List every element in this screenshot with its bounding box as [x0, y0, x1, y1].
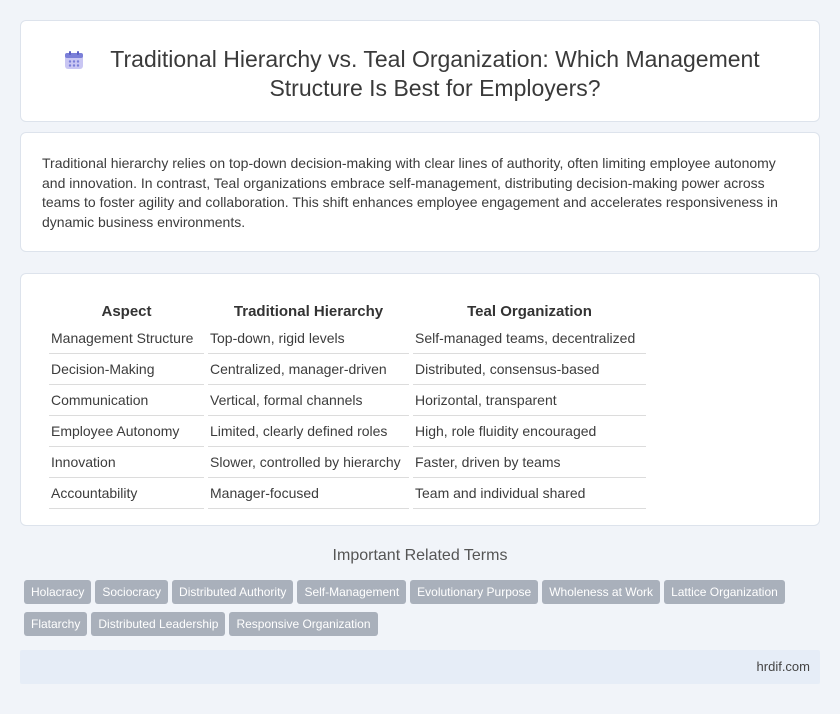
- table-row: Communication Vertical, formal channels …: [49, 385, 646, 416]
- cell-aspect: Innovation: [49, 447, 204, 478]
- cell-teal: Horizontal, transparent: [413, 385, 646, 416]
- table-header-row: Aspect Traditional Hierarchy Teal Organi…: [49, 295, 646, 323]
- intro-card: Traditional hierarchy relies on top-down…: [20, 132, 820, 252]
- comparison-card: Aspect Traditional Hierarchy Teal Organi…: [20, 273, 820, 526]
- cell-teal: Distributed, consensus-based: [413, 354, 646, 385]
- cell-aspect: Management Structure: [49, 323, 204, 354]
- tag-distributed-authority[interactable]: Distributed Authority: [172, 580, 294, 604]
- tag-flatarchy[interactable]: Flatarchy: [24, 612, 88, 636]
- page-title: Traditional Hierarchy vs. Teal Organizat…: [110, 46, 760, 101]
- cell-teal: Team and individual shared: [413, 478, 646, 509]
- title-card: Traditional Hierarchy vs. Teal Organizat…: [20, 20, 820, 122]
- tag-lattice-organization[interactable]: Lattice Organization: [664, 580, 785, 604]
- footer-site-link[interactable]: hrdif.com: [757, 659, 810, 674]
- comparison-table: Aspect Traditional Hierarchy Teal Organi…: [45, 295, 650, 509]
- table-row: Management Structure Top-down, rigid lev…: [49, 323, 646, 354]
- cell-aspect: Accountability: [49, 478, 204, 509]
- header-teal: Teal Organization: [467, 302, 592, 320]
- cell-teal: Faster, driven by teams: [413, 447, 646, 478]
- table-row: Accountability Manager-focused Team and …: [49, 478, 646, 509]
- cell-aspect: Employee Autonomy: [49, 416, 204, 447]
- title-wrap: Traditional Hierarchy vs. Teal Organizat…: [21, 45, 819, 103]
- cell-traditional: Limited, clearly defined roles: [208, 416, 409, 447]
- intro-text: Traditional hierarchy relies on top-down…: [42, 155, 778, 230]
- tag-sociocracy[interactable]: Sociocracy: [95, 580, 169, 604]
- header-aspect: Aspect: [101, 302, 152, 320]
- cell-aspect: Decision-Making: [49, 354, 204, 385]
- cell-teal: High, role fluidity encouraged: [413, 416, 646, 447]
- table-row: Innovation Slower, controlled by hierarc…: [49, 447, 646, 478]
- table-row: Employee Autonomy Limited, clearly defin…: [49, 416, 646, 447]
- table-row: Decision-Making Centralized, manager-dri…: [49, 354, 646, 385]
- related-terms-title: Important Related Terms: [332, 547, 508, 564]
- related-terms-tags: Holacracy Sociocracy Distributed Authority…: [24, 580, 824, 644]
- cell-traditional: Manager-focused: [208, 478, 409, 509]
- cell-traditional: Vertical, formal channels: [208, 385, 409, 416]
- footer: hrdif.com: [20, 650, 820, 684]
- calendar-icon: [65, 51, 83, 69]
- tag-holacracy[interactable]: Holacracy: [24, 580, 92, 604]
- tag-distributed-leadership[interactable]: Distributed Leadership: [91, 612, 226, 636]
- header-traditional: Traditional Hierarchy: [233, 302, 384, 320]
- tag-self-management[interactable]: Self-Management: [297, 580, 407, 604]
- cell-traditional: Slower, controlled by hierarchy: [208, 447, 409, 478]
- cell-aspect: Communication: [49, 385, 204, 416]
- cell-traditional: Centralized, manager-driven: [208, 354, 409, 385]
- cell-traditional: Top-down, rigid levels: [208, 323, 409, 354]
- tag-responsive-organization[interactable]: Responsive Organization: [229, 612, 378, 636]
- tag-wholeness-at-work[interactable]: Wholeness at Work: [542, 580, 661, 604]
- tag-evolutionary-purpose[interactable]: Evolutionary Purpose: [410, 580, 539, 604]
- cell-teal: Self-managed teams, decentralized: [413, 323, 646, 354]
